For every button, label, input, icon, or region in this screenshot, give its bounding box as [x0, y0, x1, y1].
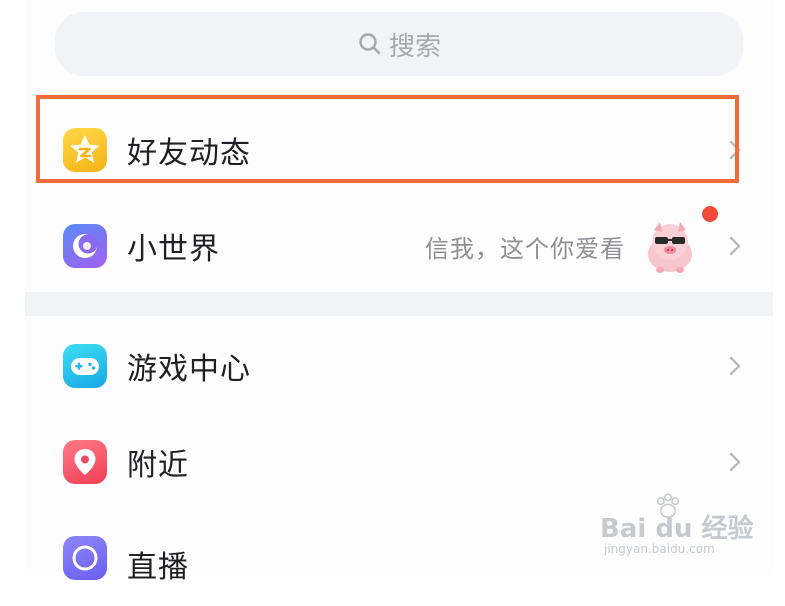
watermark-brand: Bai du 经验	[600, 514, 754, 544]
menu-item-label: 游戏中心	[127, 352, 251, 387]
menu-item-small-world[interactable]: 小世界 信我，这个你爱看	[25, 198, 773, 294]
menu-item-game-center[interactable]: 游戏中心	[25, 318, 773, 414]
chevron-right-icon	[729, 236, 741, 256]
location-pin-icon	[63, 440, 107, 484]
gamepad-icon	[63, 344, 107, 388]
highlight-box	[36, 95, 739, 183]
chevron-right-icon	[729, 452, 741, 472]
live-icon	[63, 536, 107, 580]
search-bar[interactable]: 搜索	[55, 12, 743, 76]
search-icon	[359, 33, 381, 55]
chevron-right-icon	[729, 356, 741, 376]
notification-badge	[702, 206, 718, 222]
crescent-icon	[63, 224, 107, 268]
section-divider	[25, 292, 773, 316]
menu-item-label: 附近	[127, 448, 189, 483]
menu-item-label: 直播	[127, 550, 189, 585]
baidu-watermark: Bai du 经验 jingyan.baidu.com	[600, 490, 754, 560]
menu-item-label: 小世界	[127, 232, 220, 267]
promo-hint: 信我，这个你爱看	[425, 234, 625, 263]
watermark-url: jingyan.baidu.com	[604, 542, 715, 556]
pig-sticker-icon	[648, 222, 692, 273]
search-placeholder: 搜索	[388, 31, 441, 62]
